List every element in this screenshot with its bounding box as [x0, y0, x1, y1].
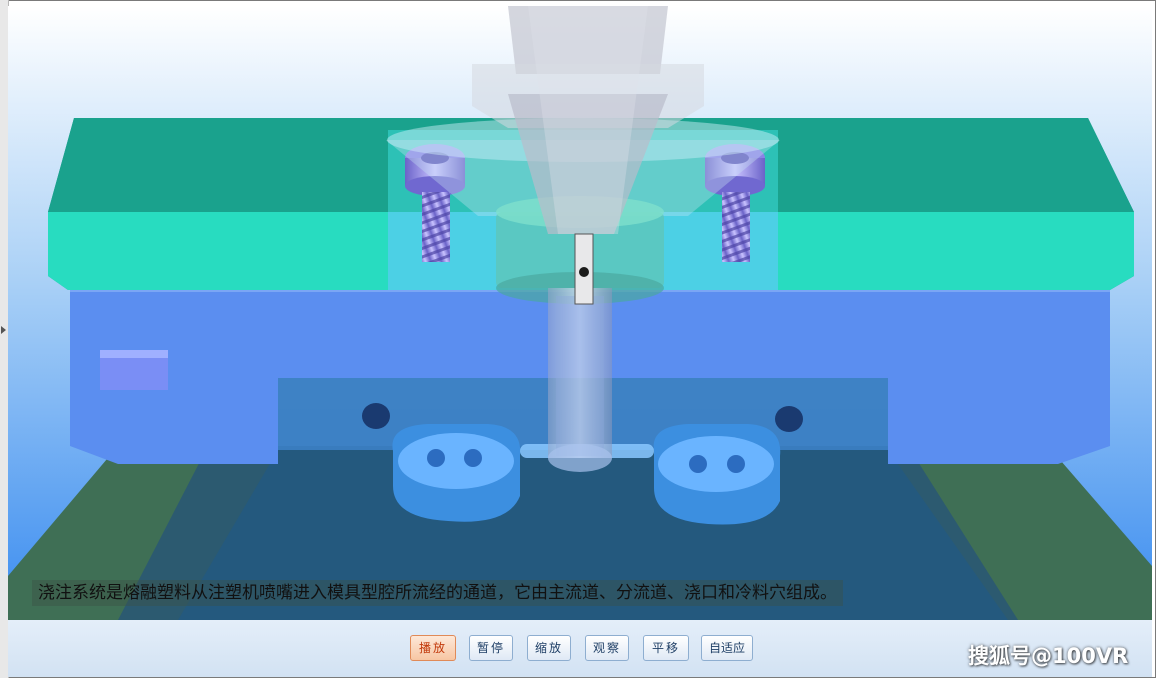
fit-button[interactable]: 自适应	[701, 635, 753, 661]
3d-viewport[interactable]	[8, 6, 1152, 620]
zoom-button[interactable]: 缩放	[527, 635, 571, 661]
pan-button[interactable]: 平移	[643, 635, 689, 661]
cavity-part-right	[653, 424, 781, 525]
mold-scene	[8, 6, 1152, 620]
caption-text: 浇注系统是熔融塑料从注塑机喷嘴进入模具型腔所流经的通道，它由主流道、分流道、浇口…	[32, 580, 843, 606]
cavity-part-left	[392, 424, 521, 522]
pause-button[interactable]: 暂停	[469, 635, 513, 661]
observe-button[interactable]: 观察	[585, 635, 629, 661]
play-button[interactable]: 播放	[410, 635, 456, 661]
left-arrow-icon	[1, 326, 6, 334]
watermark: 搜狐号@100VR	[968, 644, 1129, 668]
